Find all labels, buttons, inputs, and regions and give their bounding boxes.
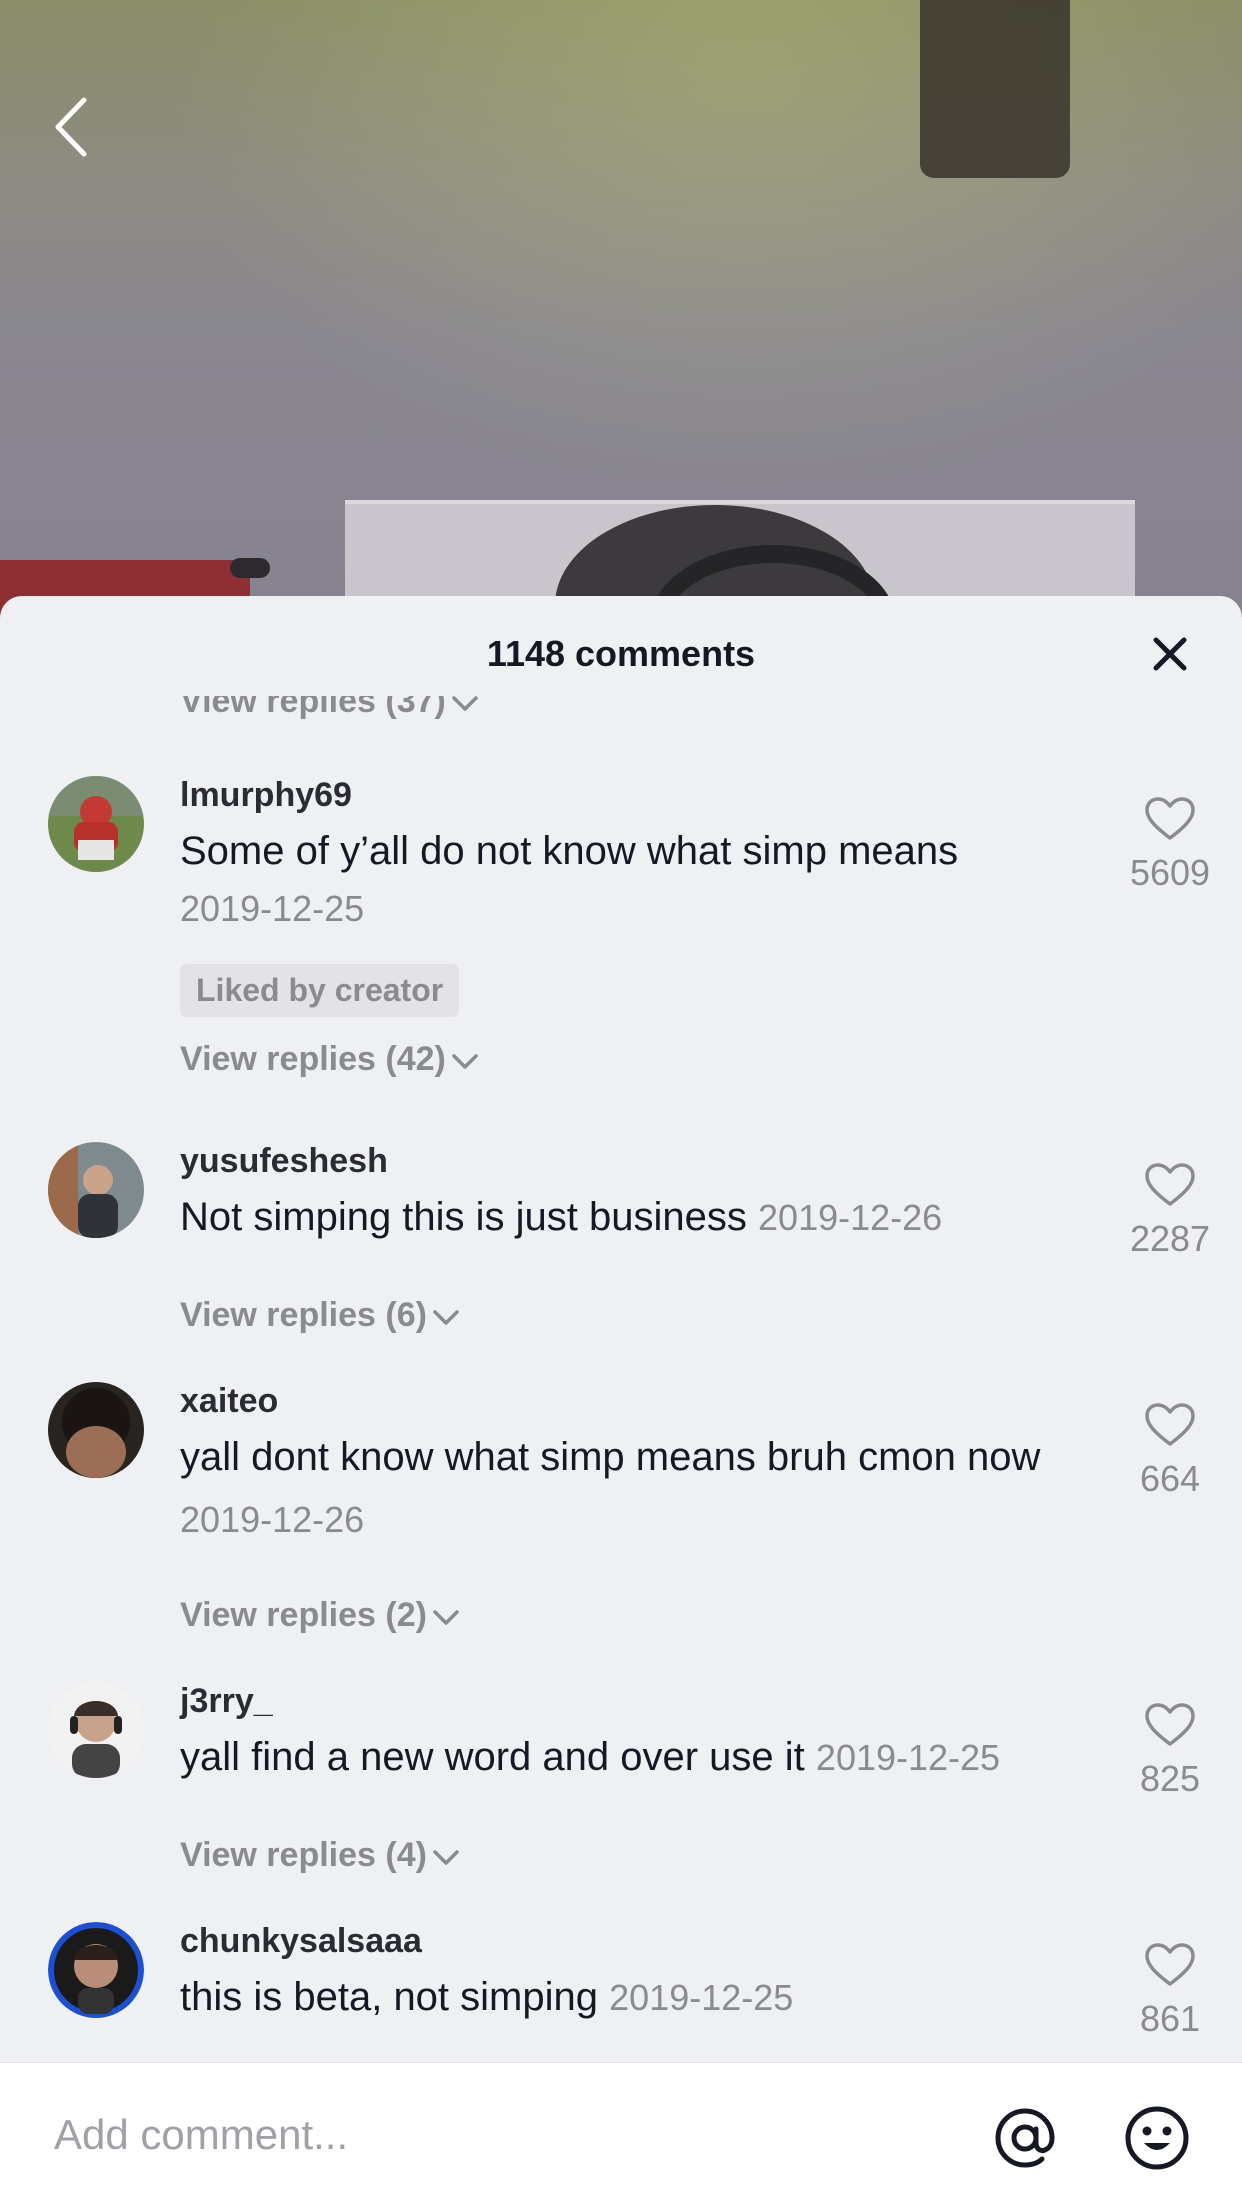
chevron-down-icon	[452, 696, 478, 711]
comment-body: this is beta, not simping	[180, 1975, 598, 2019]
avatar-image	[48, 1682, 144, 1778]
comment-body: Not simping this is just business	[180, 1195, 747, 1239]
chevron-down-icon	[433, 1310, 459, 1325]
comment-username[interactable]: chunkysalsaaa	[180, 1922, 422, 1961]
view-replies-label: View replies (6)	[180, 1296, 427, 1334]
hanging-object	[920, 0, 1070, 178]
avatar-image	[48, 1382, 144, 1478]
chevron-left-icon	[55, 97, 87, 157]
avatar[interactable]	[48, 1142, 144, 1238]
avatar[interactable]	[48, 1682, 144, 1778]
avatar-image	[48, 1142, 144, 1238]
comment-date: 2019-12-25	[609, 1977, 794, 2018]
close-icon	[1153, 637, 1187, 671]
comment-username[interactable]: xaiteo	[180, 1382, 278, 1421]
heart-outline-icon	[1145, 1703, 1195, 1746]
comments-count-title: 1148 comments	[486, 633, 756, 674]
avatar[interactable]	[48, 1382, 144, 1478]
avatar[interactable]	[48, 776, 144, 872]
comment-text: yall dont know what simp means bruh cmon…	[180, 1426, 1080, 1551]
comment-body: Some of y’all do not know what simp mean…	[180, 829, 959, 873]
view-replies-label: View replies (42)	[180, 1040, 446, 1078]
heart-outline-icon	[1145, 1403, 1195, 1446]
view-replies-label: View replies (37)	[180, 696, 446, 720]
like-button[interactable]: 5609	[1110, 796, 1230, 894]
flag-rod	[230, 558, 270, 578]
add-comment-input[interactable]	[54, 2105, 954, 2165]
view-replies-link[interactable]: View replies (4)	[180, 1836, 461, 1875]
comment-username[interactable]: j3rry_	[180, 1682, 273, 1721]
mention-button[interactable]	[990, 2103, 1060, 2173]
like-count: 5609	[1129, 852, 1211, 893]
like-count: 664	[1139, 1458, 1201, 1499]
emoji-button[interactable]	[1122, 2103, 1192, 2173]
chevron-down-icon	[452, 1054, 478, 1069]
comment-date: 2019-12-26	[758, 1197, 943, 1238]
like-button[interactable]: 2287	[1110, 1162, 1230, 1260]
heart-outline-icon	[1145, 797, 1195, 840]
comment-username[interactable]: lmurphy69	[180, 776, 352, 815]
view-replies-link[interactable]: View replies (2)	[180, 1596, 461, 1635]
comment-text: this is beta, not simping 2019-12-25	[180, 1966, 1080, 2029]
like-count: 861	[1139, 1998, 1201, 2039]
comment-body: yall find a new word and over use it	[180, 1735, 805, 1779]
comment-body: yall dont know what simp means bruh cmon…	[180, 1435, 1041, 1479]
heart-outline-icon	[1145, 1943, 1195, 1986]
like-button[interactable]: 861	[1110, 1942, 1230, 2040]
like-button[interactable]: 825	[1110, 1702, 1230, 1800]
comments-list[interactable]: View replies (37) lmurphy69 Some of y’al…	[0, 696, 1242, 2062]
chevron-down-icon	[433, 1850, 459, 1865]
comments-sheet: 1148 comments View replies (37) lmurphy6…	[0, 596, 1242, 2208]
chevron-down-icon	[433, 1610, 459, 1625]
liked-by-creator-badge: Liked by creator	[180, 964, 460, 1017]
heart-outline-icon	[1145, 1163, 1195, 1206]
like-count: 2287	[1129, 1218, 1211, 1259]
view-replies-link[interactable]: View replies (42)	[180, 1040, 480, 1079]
avatar-image	[48, 776, 144, 872]
comment-date: 2019-12-25	[815, 1737, 1001, 1778]
avatar-image	[48, 1922, 144, 2018]
comment-input-bar	[0, 2062, 1242, 2208]
like-count: 825	[1139, 1758, 1201, 1799]
view-replies-link[interactable]: View replies (6)	[180, 1296, 461, 1335]
at-sign-icon	[995, 2108, 1055, 2168]
view-replies-label: View replies (2)	[180, 1596, 427, 1634]
comment-text: Not simping this is just business 2019-1…	[180, 1186, 1080, 1249]
view-replies-label: View replies (4)	[180, 1836, 427, 1874]
comment-date: 2019-12-26	[180, 1499, 365, 1540]
comment-username[interactable]: yusufeshesh	[180, 1142, 388, 1181]
comment-text: Some of y’all do not know what simp mean…	[180, 820, 1080, 882]
comment-date: 2019-12-25	[180, 888, 365, 929]
view-replies-link[interactable]: View replies (37)	[180, 696, 480, 721]
close-button[interactable]	[1148, 632, 1192, 676]
like-button[interactable]: 664	[1110, 1402, 1230, 1500]
avatar[interactable]	[48, 1922, 144, 2018]
video-background	[0, 0, 1242, 620]
smiley-icon	[1125, 2106, 1189, 2170]
back-button[interactable]	[48, 92, 98, 162]
comment-text: yall find a new word and over use it 201…	[180, 1726, 1080, 1789]
